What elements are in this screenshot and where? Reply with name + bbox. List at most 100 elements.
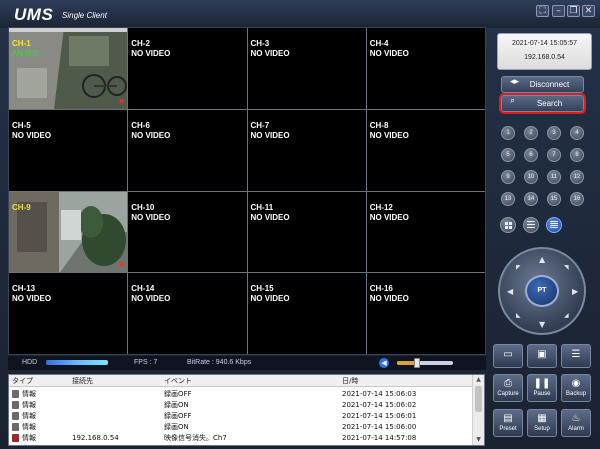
log-type: 情報 [22,390,36,398]
channel-label: CH-11 [250,202,274,212]
layout-4-button[interactable] [500,217,516,233]
channel-tile-4[interactable]: CH-4 NO VIDEO [366,28,485,109]
col-host[interactable]: 接続先 [72,376,93,386]
log-row[interactable]: 情報 録画OFF 2021-07-14 15:06:01 [9,411,473,421]
log-row[interactable]: 情報 録画ON 2021-07-14 15:06:02 [9,400,473,410]
speaker-icon[interactable]: ◀ [379,358,389,368]
channel-number-button-6[interactable]: 6 [524,148,538,162]
event-log-header: タイプ 接続先 イベント 日/時 [9,375,473,387]
col-type[interactable]: タイプ [12,376,33,386]
channel-tile-6[interactable]: CH-6 NO VIDEO [128,109,247,191]
bitrate-readout: BitRate : 940.6 Kbps [187,359,252,366]
log-event: 録画OFF [164,412,192,420]
fullscreen-icon[interactable]: ⛶ [536,5,549,17]
error-icon [12,434,19,442]
channel-view-button[interactable]: ▭ [493,344,523,368]
scroll-up-icon[interactable]: ▲ [473,375,484,385]
channel-number-button-13[interactable]: 13 [501,192,515,206]
channel-number-button-4[interactable]: 4 [570,126,584,140]
title-bar: UMS Single Client ⛶ – ❐ ✕ [0,0,600,28]
layout-16-button[interactable] [546,217,562,233]
channel-number-button-3[interactable]: 3 [547,126,561,140]
log-row[interactable]: 情報 192.168.0.54 映像信号消失。Ch7 2021-07-14 14:57… [9,433,473,443]
ptz-right-icon[interactable]: ▶ [572,287,578,296]
ptz-control[interactable]: ▲ ▼ ◀ ▶ ◤ ◥ ◣ ◢ PT [498,247,586,335]
col-event[interactable]: イベント [164,376,192,386]
channel-number-button-10[interactable]: 10 [524,170,538,184]
ptz-down-right-icon[interactable]: ◢ [564,312,569,319]
channel-number-button-5[interactable]: 5 [501,148,515,162]
pause-button[interactable]: ❚❚ Pause [527,374,557,402]
scroll-thumb[interactable] [475,386,482,412]
close-icon[interactable]: ✕ [582,5,595,17]
search-button[interactable]: ⌕ Search [499,93,586,114]
minimize-icon[interactable]: – [552,5,565,17]
alarm-button[interactable]: ♨ Alarm [561,409,591,437]
channel-tile-1[interactable]: CH-1 AN 000 R [9,28,128,109]
channel-label: CH-2 [131,39,150,48]
channel-tile-14[interactable]: CH-14 NO VIDEO [128,273,247,354]
log-type: 情報 [22,401,36,409]
channel-tile-10[interactable]: CH-10 NO VIDEO [128,191,247,273]
preset-icon: ▤ [503,413,513,424]
channel-status: NO VIDEO [12,130,52,140]
channel-number-button-16[interactable]: 16 [570,192,584,206]
alarm-icon: ♨ [571,413,581,424]
setup-button[interactable]: ▦ Setup [527,409,557,437]
channel-number-button-2[interactable]: 2 [524,126,538,140]
ptz-up-left-icon[interactable]: ◤ [516,264,521,271]
log-row[interactable]: 情報 録画OFF 2021-07-14 15:06:03 [9,389,473,399]
event-log-scrollbar[interactable]: ▲ ▼ [472,375,484,445]
channel-label: CH-16 [369,284,393,294]
channel-tile-3[interactable]: CH-3 NO VIDEO [247,28,366,109]
playback-view-button[interactable]: ▣ [527,344,557,368]
channel-tile-5[interactable]: CH-5 NO VIDEO [9,109,128,191]
log-time: 2021-07-14 14:57:08 [342,434,417,442]
ptz-down-left-icon[interactable]: ◣ [516,312,521,319]
channel-tile-8[interactable]: CH-8 NO VIDEO [366,109,485,191]
ptz-up-right-icon[interactable]: ◥ [564,264,569,271]
event-log: タイプ 接続先 イベント 日/時 情報 録画OFF 2021-07-14 15:06… [8,374,485,446]
channel-tile-12[interactable]: CH-12 NO VIDEO [366,191,485,273]
volume-slider[interactable] [397,358,453,368]
channel-number-button-11[interactable]: 11 [547,170,561,184]
log-row[interactable]: 情報 録画ON 2021-07-14 15:06:00 [9,422,473,432]
channel-tile-13[interactable]: CH-13 NO VIDEO [9,273,128,354]
scroll-down-icon[interactable]: ▼ [473,435,484,445]
channel-number-button-8[interactable]: 8 [570,148,584,162]
ptz-left-icon[interactable]: ◀ [507,287,513,296]
disconnect-button[interactable]: ◂▸ Disconnect [501,76,584,93]
channel-status: NO VIDEO [369,130,409,140]
restore-icon[interactable]: ❐ [567,5,580,17]
channel-tile-11[interactable]: CH-11 NO VIDEO [247,191,366,273]
capture-button[interactable]: ⎙ Capture [493,374,523,402]
ptz-center-button[interactable]: PT [525,275,559,307]
channel-number-button-1[interactable]: 1 [501,126,515,140]
info-icon [12,401,19,409]
channel-number-button-14[interactable]: 14 [524,192,538,206]
ptz-down-icon[interactable]: ▼ [539,320,545,329]
col-datetime[interactable]: 日/時 [342,376,358,386]
ptz-up-icon[interactable]: ▲ [539,255,545,264]
backup-button[interactable]: ◉ Backup [561,374,591,402]
layout-9-button[interactable] [523,217,539,233]
alarm-label: Alarm [568,426,584,432]
channel-tile-2[interactable]: CH-2 NO VIDEO [128,28,247,109]
channel-number-button-9[interactable]: 9 [501,170,515,184]
list-view-button[interactable]: ☰ [561,344,591,368]
channel-number-button-12[interactable]: 12 [570,170,584,184]
info-icon [12,423,19,431]
channel-tile-7[interactable]: CH-7 NO VIDEO [247,109,366,191]
preset-button[interactable]: ▤ Preset [493,409,523,437]
playback-view-icon: ▣ [537,349,547,360]
backup-icon: ◉ [571,378,581,389]
channel-tile-16[interactable]: CH-16 NO VIDEO [366,273,485,354]
log-host: 192.168.0.54 [72,434,119,442]
volume-knob[interactable] [413,358,420,368]
channel-status: NO VIDEO [131,130,171,140]
channel-number-button-15[interactable]: 15 [547,192,561,206]
channel-number-button-7[interactable]: 7 [547,148,561,162]
channel-tile-15[interactable]: CH-15 NO VIDEO [247,273,366,354]
app-subtitle: Single Client [62,11,107,20]
channel-tile-9[interactable]: CH-9 R [9,191,128,273]
